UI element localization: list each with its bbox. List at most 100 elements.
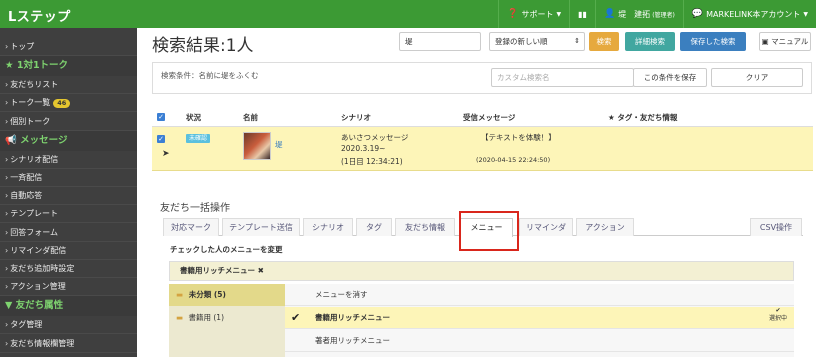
menu-folder-list: ▬ 未分類 (5) ▬ 書籍用 (1) (169, 284, 285, 357)
folder-label: 書籍用 (1) (188, 313, 224, 322)
chevron-right-icon: › (5, 338, 9, 348)
sidebar-item[interactable]: › 友だち追加時設定 (0, 260, 137, 278)
sidebar-item[interactable]: › トーク一覧 46 (0, 94, 137, 113)
bar-chart-icon: ▮▮ (578, 9, 587, 19)
user-menu[interactable]: 👤 堤 建拓 (管理者) (594, 0, 683, 28)
menu-item-remove[interactable]: メニューを消す (285, 284, 794, 306)
sidebar-item[interactable]: › 一斉配信 (0, 169, 137, 187)
tab-action[interactable]: アクション (576, 218, 634, 236)
sidebar-item[interactable]: › テンプレート (0, 205, 137, 224)
detail-search-button[interactable]: 詳細検索 (625, 32, 675, 51)
page-title: 検索結果:1人 (152, 36, 254, 56)
sidebar-item[interactable]: › 回答フォーム (0, 224, 137, 242)
chevron-right-icon: › (5, 154, 9, 164)
bulk-ops-title: 友だち一括操作 (160, 203, 230, 214)
col-message: 受信メッセージ (463, 113, 516, 122)
sidebar-item-label: トップ (10, 42, 35, 51)
sidebar-item-label: 友だちリスト (10, 80, 59, 90)
chevron-right-icon: › (5, 264, 9, 273)
check-icon: ✔ (775, 307, 781, 314)
tab-reminder[interactable]: リマインダ (519, 218, 573, 236)
sidebar-item-label: シナリオ配信 (10, 154, 59, 164)
sidebar-item[interactable]: › リマインダ配信 (0, 242, 137, 260)
selected-indicator: ✔ 選択中 (769, 307, 787, 323)
col-name: 名前 (243, 113, 258, 122)
avatar[interactable] (243, 132, 271, 160)
search-button[interactable]: 検索 (589, 32, 619, 51)
check-icon: ✔ (291, 311, 301, 324)
status-badge: 未確認 (186, 134, 211, 143)
save-condition-button[interactable]: この条件を保存 (633, 68, 707, 87)
support-label: サポート (521, 9, 554, 19)
account-menu[interactable]: 💬 MARKELINK本アカウント ▼ (682, 0, 816, 28)
user-icon: 👤 (603, 9, 616, 19)
folder-item-books[interactable]: ▬ 書籍用 (1) (169, 307, 285, 329)
book-icon: ▣ (761, 37, 769, 46)
saved-search-button[interactable]: 保存した検索 (680, 32, 746, 51)
sidebar-section-header: 📢 メッセージ (0, 130, 137, 151)
chevron-right-icon: › (5, 116, 9, 126)
chevron-down-icon: ▼ (556, 10, 562, 18)
count-badge: 46 (53, 99, 71, 109)
select-arrows-icon: ⇕ (574, 37, 580, 45)
table-row[interactable]: ✓ ➤ 未確認 堤 あいさつメッセージ 2020.3.19~ (1日目 12:3… (152, 127, 813, 171)
received-message-time: (2020-04-15 22:24:50) (476, 156, 551, 164)
sidebar-item-label: 友だち情報欄管理 (10, 338, 75, 348)
folder-label: 未分類 (5) (188, 290, 226, 299)
menu-item-label: メニューを消す (315, 290, 368, 299)
selected-menu-bar[interactable]: 書籍用リッチメニュー ✖ (169, 261, 794, 281)
sidebar-item-label: リマインダ配信 (10, 245, 67, 255)
custom-search-name-input[interactable]: カスタム検索名 (491, 68, 634, 87)
menu-item-book-rich-menu[interactable]: ✔ 書籍用リッチメニュー ✔ 選択中 (285, 307, 794, 329)
tab-scenario[interactable]: シナリオ (303, 218, 353, 236)
question-circle-icon: ❓ (507, 9, 519, 19)
search-condition-panel: 検索条件：名前に堤をふくむ カスタム検索名 この条件を保存 クリア (152, 62, 812, 94)
sidebar: › トップ ★ 1対1トーク › 友だちリスト › トーク一覧 46 › 個別トーク 📢 メッセージ… (0, 28, 137, 357)
app-logo[interactable]: Lステップ (8, 6, 71, 25)
top-bar: Lステップ ❓ サポート ▼ ▮▮ 👤 堤 建拓 (管理者) 💬 MARKELI… (0, 0, 816, 28)
clear-button[interactable]: クリア (711, 68, 803, 87)
select-all-checkbox[interactable]: ✓ (157, 113, 165, 121)
support-menu[interactable]: ❓ サポート ▼ (498, 0, 569, 28)
tab-template-send[interactable]: テンプレート送信 (222, 218, 300, 236)
mouse-cursor-icon: ➤ (162, 149, 170, 159)
chevron-right-icon: › (5, 320, 9, 330)
sidebar-item-label: タグ管理 (10, 320, 43, 330)
sidebar-item[interactable]: › 友だち情報欄管理 (0, 335, 137, 353)
table-header: ✓ 状況 名前 シナリオ 受信メッセージ ★ タグ・友だち情報 (152, 107, 813, 127)
search-input[interactable]: 堤 (399, 32, 481, 51)
tab-tag[interactable]: タグ (356, 218, 392, 236)
stats-button[interactable]: ▮▮ (569, 0, 595, 28)
sidebar-section-label: メッセージ (20, 134, 68, 146)
sidebar-item[interactable]: › 個別トーク (0, 113, 137, 131)
tab-friend-info[interactable]: 友だち情報 (395, 218, 455, 236)
chevron-right-icon: › (5, 173, 9, 182)
account-name: MARKELINK本アカウント (706, 9, 801, 19)
selected-note: 選択中 (768, 315, 787, 322)
sidebar-item[interactable]: › 自動応答 (0, 187, 137, 206)
folder-item-uncategorized[interactable]: ▬ 未分類 (5) (169, 284, 285, 306)
chevron-down-icon: ▼ (803, 10, 808, 18)
sort-select-value: 登録の新しい順 (495, 37, 548, 46)
tab-support-mark[interactable]: 対応マーク (163, 218, 219, 236)
row-checkbox[interactable]: ✓ (157, 135, 165, 143)
top-nav: ❓ サポート ▼ ▮▮ 👤 堤 建拓 (管理者) 💬 MARKELINK本アカウ… (498, 0, 816, 28)
change-menu-label: チェックした人のメニューを変更 (170, 245, 283, 254)
sidebar-item[interactable]: › トップ (0, 38, 137, 56)
friend-name-link[interactable]: 堤 (275, 139, 283, 150)
sidebar-item-label: トーク一覧 (10, 98, 51, 108)
chevron-right-icon: › (5, 282, 9, 292)
sidebar-item[interactable]: ›カスタム検索管理 (0, 353, 137, 357)
tab-csv[interactable]: CSV操作 (750, 218, 802, 236)
menu-item-author-rich-menu[interactable]: 著者用リッチメニュー (285, 330, 794, 352)
scenario-day: (1日目 12:34:21) (341, 157, 403, 166)
manual-button[interactable]: ▣ マニュアル (759, 32, 811, 51)
sidebar-item[interactable]: › 友だちリスト (0, 76, 137, 95)
sort-select[interactable]: 登録の新しい順 ⇕ (489, 32, 585, 51)
sidebar-item[interactable]: › アクション管理 (0, 278, 137, 297)
chevron-right-icon: › (5, 80, 9, 90)
sidebar-item[interactable]: › タグ管理 (0, 316, 137, 335)
sidebar-item[interactable]: › シナリオ配信 (0, 151, 137, 169)
star-icon: ★ (5, 60, 17, 72)
sidebar-item-label: 回答フォーム (10, 227, 58, 237)
